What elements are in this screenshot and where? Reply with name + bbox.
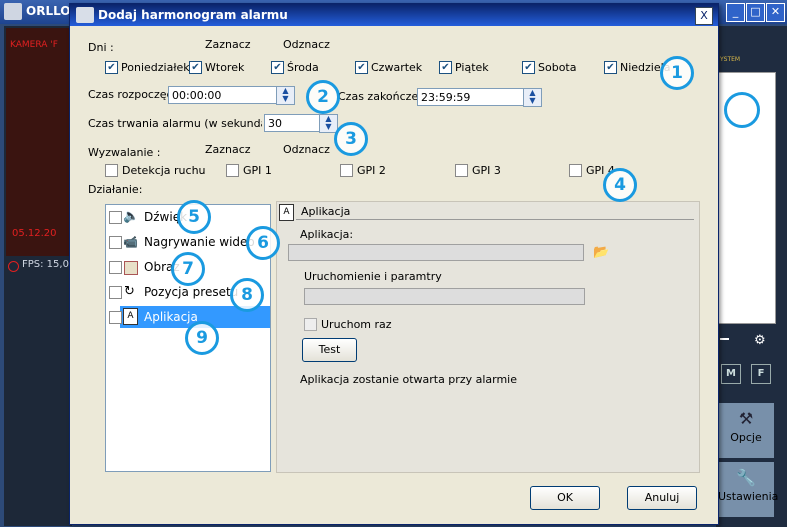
- action-label: Działanie:: [88, 183, 143, 196]
- dialog-app-icon: [76, 7, 94, 23]
- checkbox[interactable]: [109, 261, 122, 274]
- run-once-label: Uruchom raz: [321, 318, 392, 331]
- action-details-panel: [276, 201, 700, 473]
- trigger-label-text: GPI 3: [472, 164, 501, 177]
- right-panel-label: YSTEM: [720, 56, 741, 63]
- checkbox[interactable]: ✔: [189, 61, 202, 74]
- day-label: Poniedziałek: [121, 61, 190, 74]
- camera-date: 05.12.20: [12, 228, 57, 239]
- checkbox[interactable]: ✔: [604, 61, 617, 74]
- trigger-label-text: Detekcja ruchu: [122, 164, 206, 177]
- options-label: Opcje: [730, 431, 762, 444]
- day-label: Piątek: [455, 61, 489, 74]
- start-time-input[interactable]: 00:00:00: [168, 86, 293, 104]
- action-label: Nagrywanie wideo: [144, 235, 255, 249]
- dialog-title: Dodaj harmonogram alarmu: [98, 8, 288, 22]
- panel-note: Aplikacja zostanie otwarta przy alarmie: [300, 373, 518, 386]
- annotation-badge: 9: [185, 321, 219, 355]
- days-select-all-link[interactable]: Zaznacz: [205, 38, 251, 51]
- checkbox[interactable]: [109, 286, 122, 299]
- trigger-label-text: GPI 2: [357, 164, 386, 177]
- image-icon: [124, 261, 138, 275]
- day-label: Sobota: [538, 61, 577, 74]
- options-icon: ⚒: [738, 409, 754, 428]
- checkbox[interactable]: [109, 211, 122, 224]
- panel-header: Aplikacja: [301, 205, 351, 218]
- checkbox[interactable]: [109, 236, 122, 249]
- checkbox[interactable]: [226, 164, 239, 177]
- trigger-deselect-all-link[interactable]: Odznacz: [283, 143, 330, 156]
- duration-label: Czas trwania alarmu (w sekundach: [88, 117, 262, 130]
- annotation-circle: [724, 92, 760, 128]
- annotation-badge: 2: [306, 80, 340, 114]
- annotation-badge: 5: [177, 200, 211, 234]
- checkbox[interactable]: [109, 311, 122, 324]
- gear-icon[interactable]: ⚙: [754, 333, 766, 348]
- annotation-badge: 7: [171, 252, 205, 286]
- checkbox[interactable]: [455, 164, 468, 177]
- run-once-checkbox[interactable]: [304, 318, 317, 331]
- power-icon: [8, 261, 19, 272]
- app-logo-icon: [4, 3, 22, 20]
- annotation-badge: 6: [246, 226, 280, 260]
- settings-button[interactable]: 🔧 Ustawienia: [718, 462, 778, 517]
- annotation-badge: 3: [334, 122, 368, 156]
- close-app-icon[interactable]: ✕: [766, 3, 785, 22]
- trigger-label-text: GPI 1: [243, 164, 272, 177]
- checkbox[interactable]: [340, 164, 353, 177]
- checkbox[interactable]: ✔: [522, 61, 535, 74]
- annotation-badge: 1: [660, 56, 694, 90]
- f-button[interactable]: F: [751, 364, 771, 384]
- trigger-select-all-link[interactable]: Zaznacz: [205, 143, 251, 156]
- m-button[interactable]: M: [721, 364, 741, 384]
- options-button[interactable]: ⚒ Opcje: [718, 403, 774, 458]
- days-label: Dni :: [88, 41, 114, 54]
- app-path-input[interactable]: [288, 244, 584, 261]
- start-time-spinner[interactable]: ▲ ▼: [276, 86, 295, 105]
- settings-label: Ustawienia: [718, 490, 779, 503]
- application-icon: A: [279, 204, 294, 221]
- annotation-badge: 8: [230, 278, 264, 312]
- end-time-label: Czas zakończe: [338, 90, 419, 103]
- separator: [720, 338, 729, 340]
- wrench-icon: 🔧: [736, 468, 756, 487]
- application-icon: A: [123, 308, 138, 325]
- checkbox[interactable]: [569, 164, 582, 177]
- launch-params-label: Uruchomienie i paramtry: [304, 270, 442, 283]
- annotation-badge: 4: [603, 168, 637, 202]
- end-time-spinner[interactable]: ▲ ▼: [523, 88, 542, 107]
- folder-icon[interactable]: 📂: [593, 245, 609, 260]
- rotate-icon: ↻: [124, 284, 135, 299]
- dialog-close-button[interactable]: X: [695, 7, 713, 25]
- checkbox[interactable]: ✔: [105, 61, 118, 74]
- app-path-label: Aplikacja:: [300, 228, 354, 241]
- day-label: Czwartek: [371, 61, 423, 74]
- speaker-icon: 🔈: [123, 209, 140, 224]
- day-label: Środa: [287, 61, 319, 74]
- background-app-title: ORLLO: [26, 4, 71, 18]
- video-camera-icon: 📹: [123, 235, 138, 249]
- test-button[interactable]: Test: [302, 338, 357, 362]
- checkbox[interactable]: ✔: [355, 61, 368, 74]
- maximize-icon[interactable]: □: [746, 3, 765, 22]
- cancel-button[interactable]: Anuluj: [627, 486, 697, 510]
- checkbox[interactable]: [105, 164, 118, 177]
- trigger-label: Wyzwalanie :: [88, 146, 161, 159]
- fps-readout: FPS: 15,0: [22, 259, 69, 270]
- action-label: Aplikacja: [144, 310, 198, 324]
- checkbox[interactable]: ✔: [271, 61, 284, 74]
- day-label: Wtorek: [205, 61, 245, 74]
- camera-view[interactable]: [6, 28, 70, 256]
- minimize-icon[interactable]: _: [726, 3, 745, 22]
- camera-label: KAMERA 'F: [10, 40, 58, 50]
- checkbox[interactable]: ✔: [439, 61, 452, 74]
- launch-params-input[interactable]: [304, 288, 585, 305]
- days-deselect-all-link[interactable]: Odznacz: [283, 38, 330, 51]
- panel-divider: [296, 219, 694, 220]
- ok-button[interactable]: OK: [530, 486, 600, 510]
